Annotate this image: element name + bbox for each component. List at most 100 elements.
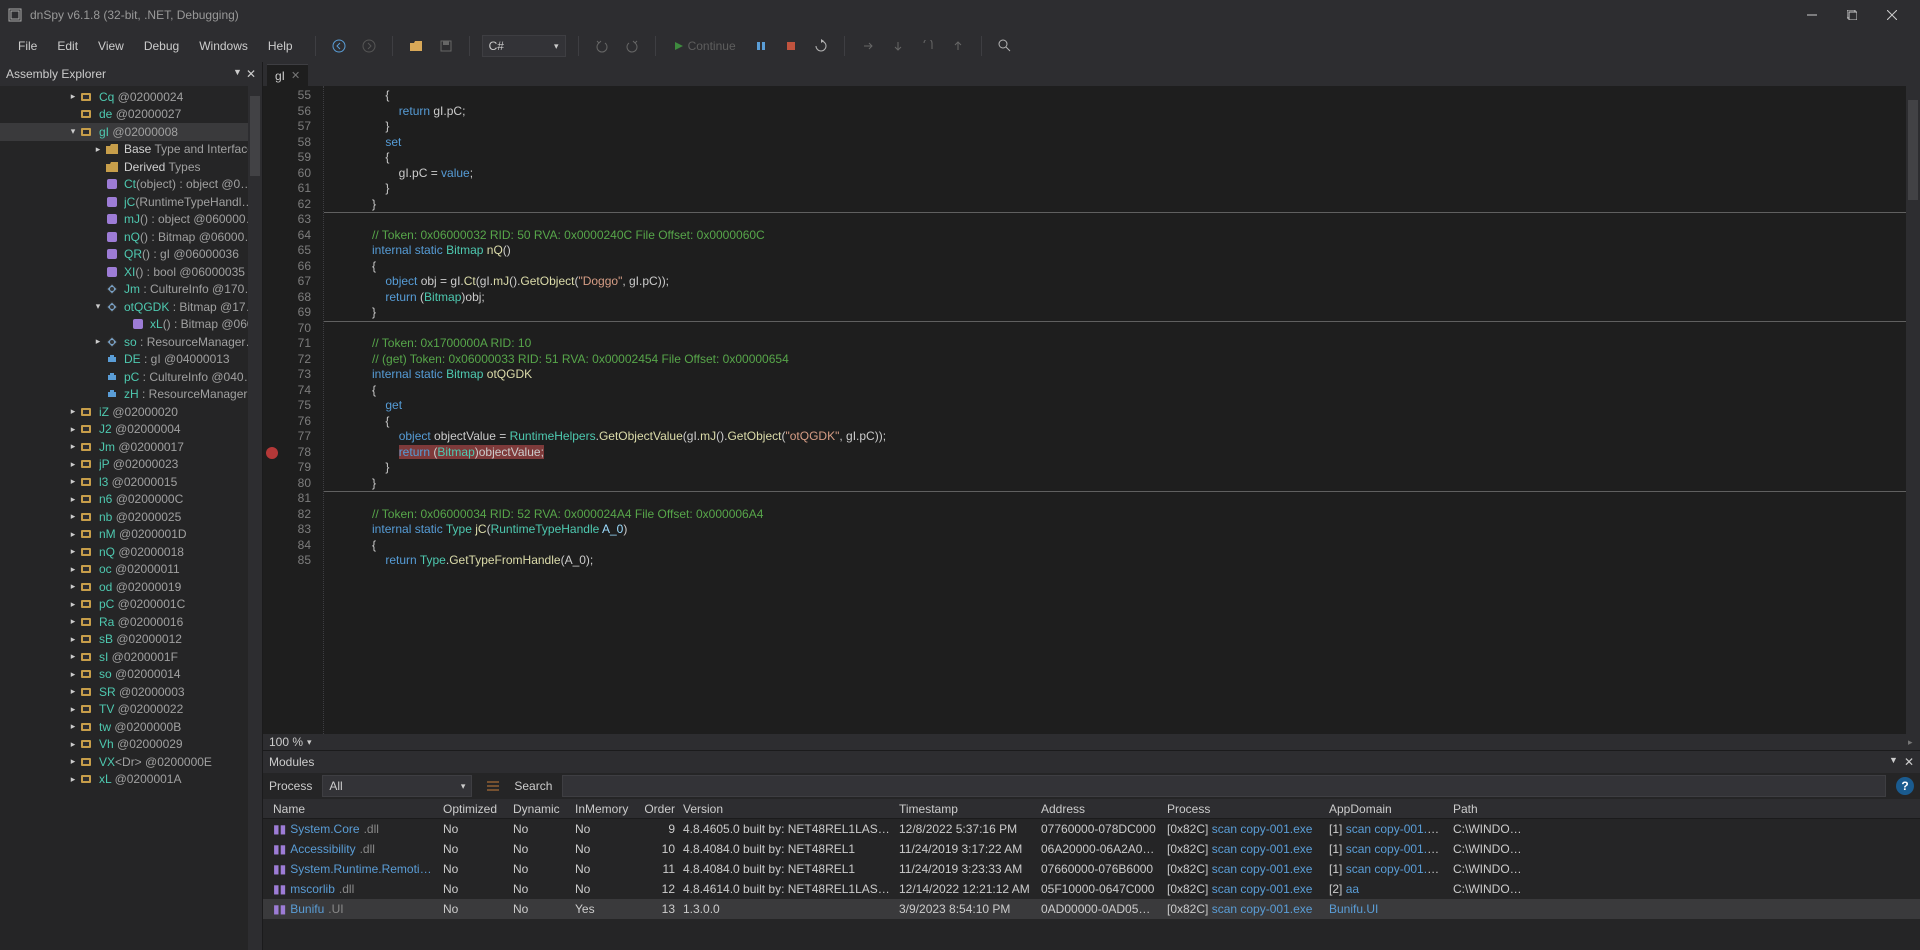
tree-item[interactable]: pC : CultureInfo @040… [0,368,262,386]
list-icon[interactable] [482,775,504,797]
tree-arrow[interactable]: ▸ [67,476,79,487]
tree-item[interactable]: ▸iZ @02000020 [0,403,262,421]
tree-arrow[interactable]: ▸ [67,756,79,767]
tree-arrow[interactable]: ▸ [92,336,104,347]
tree-scrollbar[interactable] [248,86,262,950]
step-out-button[interactable] [917,35,939,57]
tree-arrow[interactable]: ▸ [67,564,79,575]
tree-item[interactable]: mJ() : object @060000… [0,211,262,229]
tree-arrow[interactable]: ▸ [67,616,79,627]
modules-search-input[interactable] [562,775,1886,797]
tree-item[interactable]: zH : ResourceManager… [0,386,262,404]
tree-item[interactable]: ▸Cq @02000024 [0,88,262,106]
menu-view[interactable]: View [88,35,134,57]
process-combo[interactable]: All ▾ [322,775,472,797]
tree-arrow[interactable]: ▸ [67,546,79,557]
tree-item[interactable]: ▸od @02000019 [0,578,262,596]
tree-item[interactable]: ▸Base Type and Interfaces [0,141,262,159]
col-address[interactable]: Address [1037,802,1163,816]
tree-arrow[interactable]: ▸ [67,581,79,592]
editor-hscrollbar[interactable]: ▸ [318,735,1920,749]
col-path[interactable]: Path [1449,802,1529,816]
tree-arrow[interactable]: ▸ [67,774,79,785]
breakpoint-margin[interactable] [263,86,281,734]
tree-arrow[interactable]: ▸ [67,459,79,470]
tree-item[interactable]: ▸oc @02000011 [0,561,262,579]
tree-item[interactable]: jC(RuntimeTypeHandl… [0,193,262,211]
tree-item[interactable]: Derived Types [0,158,262,176]
pause-button[interactable] [750,35,772,57]
col-version[interactable]: Version [679,802,895,816]
code-editor[interactable]: 5556575859606162636465666768697071727374… [263,86,1920,734]
col-appdomain[interactable]: AppDomain [1325,802,1449,816]
tree-item[interactable]: Ct(object) : object @0… [0,176,262,194]
help-icon[interactable]: ? [1896,777,1914,795]
col-name[interactable]: Name [269,802,439,816]
editor-tab[interactable]: gI ✕ [267,64,308,86]
col-order[interactable]: Order [639,802,679,816]
redo-button[interactable] [621,35,643,57]
tree-item[interactable]: XI() : bool @06000035 [0,263,262,281]
tree-item[interactable]: ▸n6 @0200000C [0,491,262,509]
undo-button[interactable] [591,35,613,57]
table-row[interactable]: ▮▮ System.Runtime.Remoti…NoNoNo114.8.408… [263,859,1920,879]
tree-arrow[interactable]: ▸ [67,651,79,662]
tab-close-button[interactable]: ✕ [291,69,300,82]
tree-arrow[interactable]: ▸ [67,634,79,645]
tree-arrow[interactable]: ▸ [67,424,79,435]
tree-item[interactable]: ▸SR @02000003 [0,683,262,701]
stop-button[interactable] [780,35,802,57]
tree-item[interactable]: ▸sB @02000012 [0,631,262,649]
tree-item[interactable]: xL() : Bitmap @060… [0,316,262,334]
panel-close-button[interactable]: ✕ [246,67,256,81]
tree-item[interactable]: ▸so @02000014 [0,666,262,684]
table-row[interactable]: ▮▮ mscorlib.dllNoNoNo124.8.4614.0 built … [263,879,1920,899]
zoom-combo[interactable]: 100 % ▾ [263,735,318,749]
tree-arrow[interactable]: ▸ [67,721,79,732]
save-button[interactable] [435,35,457,57]
tree-arrow[interactable]: ▸ [67,511,79,522]
tree-item[interactable]: QR() : gI @06000036 [0,246,262,264]
step-up-button[interactable] [947,35,969,57]
menu-file[interactable]: File [8,35,47,57]
col-inmemory[interactable]: InMemory [571,802,639,816]
open-button[interactable] [405,35,427,57]
step-over-button[interactable] [887,35,909,57]
tree-arrow[interactable]: ▸ [67,494,79,505]
panel-dropdown-button[interactable]: ▼ [1889,755,1898,769]
tree-item[interactable]: DE : gI @04000013 [0,351,262,369]
tree-item[interactable]: ▸Vh @02000029 [0,736,262,754]
breakpoint-icon[interactable] [266,447,278,459]
tree[interactable]: ▸Cq @02000024de @02000027▾gI @02000008▸B… [0,86,262,950]
col-process[interactable]: Process [1163,802,1325,816]
tree-item[interactable]: ▾otQGDK : Bitmap @17… [0,298,262,316]
tree-arrow[interactable]: ▾ [67,126,79,137]
tree-item[interactable]: ▸nQ @02000018 [0,543,262,561]
tree-item[interactable]: ▸so : ResourceManager… [0,333,262,351]
tree-item[interactable]: ▸xL @0200001A [0,771,262,789]
tree-arrow[interactable]: ▸ [67,739,79,750]
menu-help[interactable]: Help [258,35,303,57]
menu-debug[interactable]: Debug [134,35,189,57]
tree-item[interactable]: ▸tw @0200000B [0,718,262,736]
tree-item[interactable]: ▸TV @02000022 [0,701,262,719]
col-optimized[interactable]: Optimized [439,802,509,816]
modules-table[interactable]: NameOptimizedDynamicInMemoryOrderVersion… [263,799,1920,950]
table-row[interactable]: ▮▮ Bunifu.UINoNoYes131.3.0.03/9/2023 8:5… [263,899,1920,919]
panel-dropdown-button[interactable]: ▼ [233,67,242,81]
tree-item[interactable]: Jm : CultureInfo @170… [0,281,262,299]
menu-edit[interactable]: Edit [47,35,88,57]
minimize-button[interactable] [1792,2,1832,28]
col-dynamic[interactable]: Dynamic [509,802,571,816]
tree-item[interactable]: ▸sI @0200001F [0,648,262,666]
tree-item[interactable]: ▾gI @02000008 [0,123,262,141]
tree-item[interactable]: ▸pC @0200001C [0,596,262,614]
tree-item[interactable]: ▸Ra @02000016 [0,613,262,631]
tree-arrow[interactable]: ▾ [92,301,104,312]
maximize-button[interactable] [1832,2,1872,28]
panel-close-button[interactable]: ✕ [1904,755,1914,769]
tree-arrow[interactable]: ▸ [67,704,79,715]
col-timestamp[interactable]: Timestamp [895,802,1037,816]
tree-arrow[interactable]: ▸ [92,144,104,155]
continue-button[interactable]: Continue [668,39,742,53]
